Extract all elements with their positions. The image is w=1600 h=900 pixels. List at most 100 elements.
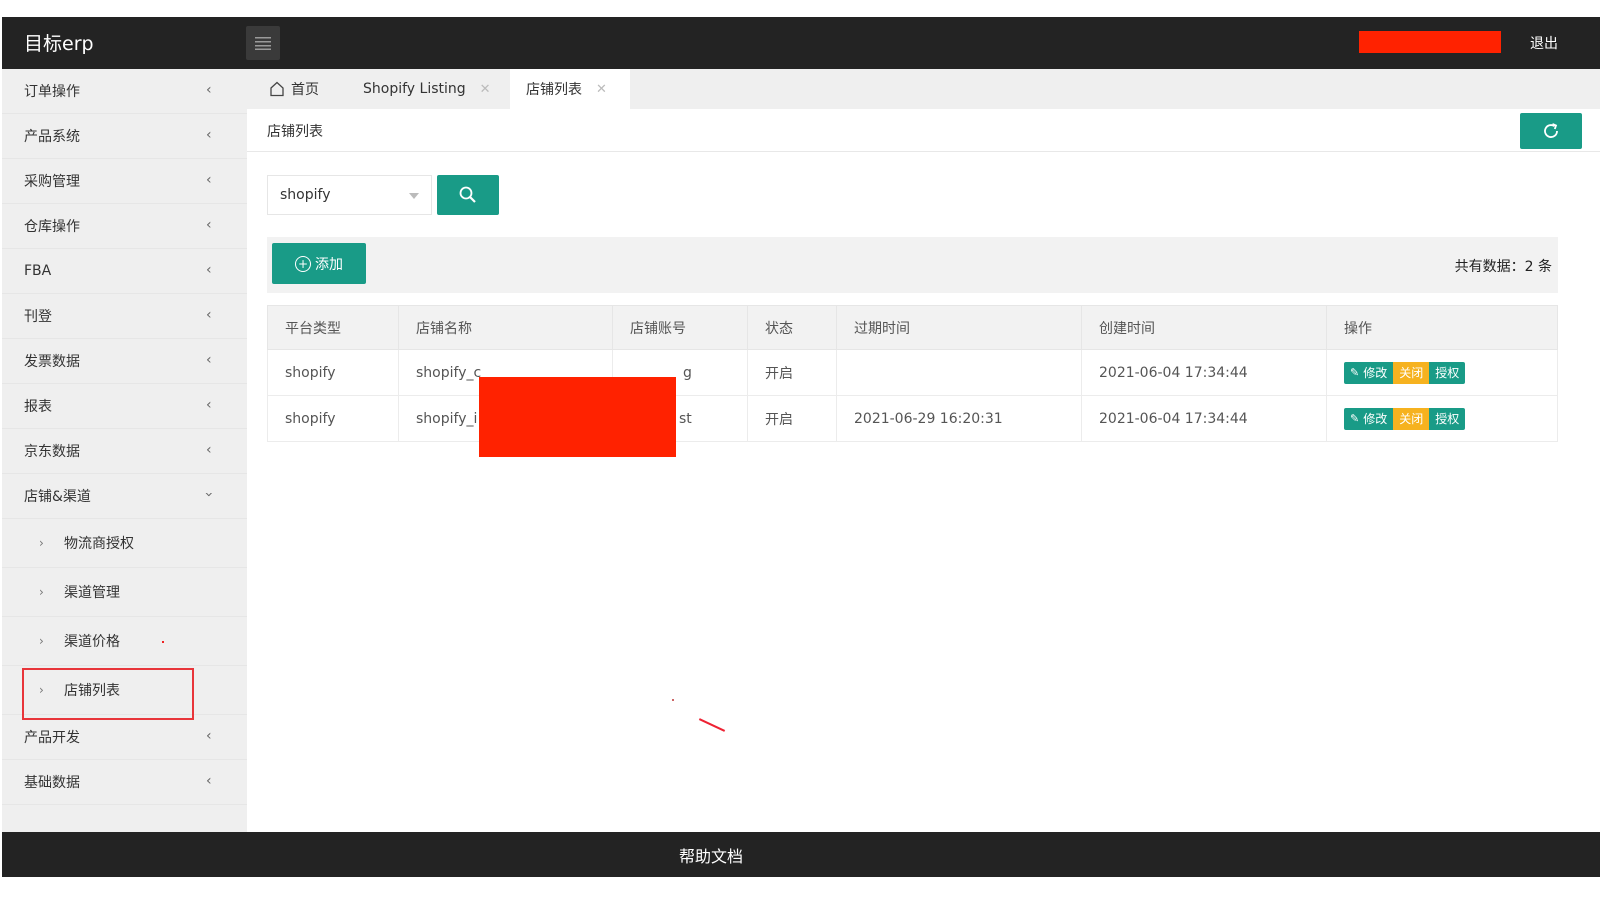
table-toolbar: + 添加 共有数据：2 条 bbox=[267, 237, 1558, 293]
col-platform: 平台类型 bbox=[267, 305, 399, 350]
total-count: 共有数据：2 条 bbox=[1454, 259, 1552, 275]
sidebar: 订单操作 ‹ 产品系统 ‹ 采购管理 ‹ 仓库操作 ‹ FBA ‹ 刊登 ‹ 发票数据 ‹ 报… bbox=[2, 69, 247, 865]
platform-select[interactable]: shopify bbox=[267, 175, 432, 215]
refresh-button[interactable] bbox=[1520, 113, 1582, 149]
chevron-right-icon: › bbox=[39, 683, 44, 697]
chevron-left-icon: ‹ bbox=[206, 262, 212, 279]
tab-home[interactable]: 首页 bbox=[269, 69, 319, 109]
add-button-label: 添加 bbox=[315, 256, 343, 273]
edit-label: 修改 bbox=[1363, 366, 1388, 380]
cell-expire: 2021-06-29 16:20:31 bbox=[836, 395, 1082, 442]
sidebar-item-listing[interactable]: 刊登 ‹ bbox=[2, 294, 247, 339]
tab-label: 店铺列表 bbox=[526, 82, 582, 98]
col-created: 创建时间 bbox=[1081, 305, 1327, 350]
close-icon[interactable]: ✕ bbox=[480, 82, 491, 97]
menu-toggle-button[interactable] bbox=[246, 26, 280, 60]
edit-label: 修改 bbox=[1363, 412, 1388, 426]
chevron-left-icon: ‹ bbox=[206, 127, 212, 144]
sidebar-item-purchasing[interactable]: 采购管理 ‹ bbox=[2, 159, 247, 204]
sidebar-subitem-label: 渠道管理 bbox=[64, 585, 120, 601]
chevron-left-icon: ‹ bbox=[206, 172, 212, 189]
table-row: shopify shopify_i st 开启 2021-06-29 16:20… bbox=[267, 395, 1558, 442]
sidebar-item-label: 发票数据 bbox=[24, 354, 80, 370]
cell-status: 开启 bbox=[747, 349, 837, 396]
top-header: 目标erp 退出 bbox=[2, 17, 1600, 69]
sidebar-item-fba[interactable]: FBA ‹ bbox=[2, 249, 247, 294]
add-button[interactable]: + 添加 bbox=[272, 243, 366, 284]
home-icon bbox=[270, 81, 284, 97]
breadcrumb: 店铺列表 bbox=[267, 124, 323, 140]
sidebar-item-stores-channels[interactable]: 店铺&渠道 ‹ bbox=[2, 474, 247, 519]
chevron-right-icon: › bbox=[39, 536, 44, 550]
sidebar-item-label: 基础数据 bbox=[24, 775, 80, 791]
tab-shopify-listing[interactable]: Shopify Listing ✕ bbox=[363, 69, 491, 109]
chevron-left-icon: ‹ bbox=[206, 307, 212, 324]
search-icon bbox=[459, 186, 476, 203]
app-logo: 目标erp bbox=[24, 33, 94, 55]
chevron-left-icon: ‹ bbox=[206, 773, 212, 790]
refresh-icon bbox=[1544, 123, 1558, 138]
tab-label: Shopify Listing bbox=[363, 81, 466, 97]
sidebar-item-label: FBA bbox=[24, 263, 52, 279]
table-row: shopify shopify_c g 开启 2021-06-04 17:34:… bbox=[267, 349, 1558, 396]
sidebar-item-label: 产品系统 bbox=[24, 129, 80, 145]
sidebar-item-reports[interactable]: 报表 ‹ bbox=[2, 384, 247, 429]
edit-button[interactable]: ✎ 修改 bbox=[1344, 361, 1394, 384]
tab-bar: 首页 Shopify Listing ✕ 店铺列表 ✕ bbox=[247, 69, 1600, 109]
sidebar-subitem-label: 店铺列表 bbox=[64, 683, 120, 699]
cell-expire bbox=[836, 349, 1082, 396]
list-icon bbox=[255, 37, 271, 50]
tab-label: 首页 bbox=[291, 82, 319, 98]
username-redacted bbox=[1359, 31, 1501, 53]
close-store-button[interactable]: 关闭 bbox=[1393, 407, 1430, 430]
annotation-dot bbox=[162, 641, 164, 643]
chevron-right-icon: › bbox=[39, 634, 44, 648]
sidebar-item-label: 产品开发 bbox=[24, 730, 80, 746]
col-account: 店铺账号 bbox=[612, 305, 748, 350]
close-store-button[interactable]: 关闭 bbox=[1393, 361, 1430, 384]
annotation-dot bbox=[672, 699, 674, 701]
cell-actions: ✎ 修改 关闭 授权 bbox=[1326, 349, 1558, 396]
annotation-stroke bbox=[698, 718, 726, 732]
col-expire: 过期时间 bbox=[836, 305, 1082, 350]
chevron-left-icon: ‹ bbox=[206, 217, 212, 234]
platform-select-value: shopify bbox=[280, 187, 331, 203]
plus-circle-icon: + bbox=[295, 255, 311, 272]
authorize-button[interactable]: 授权 bbox=[1429, 407, 1466, 430]
sidebar-item-invoices[interactable]: 发票数据 ‹ bbox=[2, 339, 247, 384]
breadcrumb-bar: 店铺列表 bbox=[247, 109, 1600, 152]
caret-down-icon bbox=[409, 193, 419, 199]
sidebar-item-jd-data[interactable]: 京东数据 ‹ bbox=[2, 429, 247, 474]
store-table: 平台类型 店铺名称 店铺账号 状态 过期时间 创建时间 操作 shopify s… bbox=[267, 305, 1558, 442]
redaction-block bbox=[479, 377, 676, 457]
pencil-icon: ✎ bbox=[1350, 366, 1360, 379]
sidebar-subitem-store-list[interactable]: › 店铺列表 bbox=[2, 666, 247, 720]
sidebar-item-products[interactable]: 产品系统 ‹ bbox=[2, 114, 247, 159]
col-store-name: 店铺名称 bbox=[398, 305, 613, 350]
sidebar-item-label: 采购管理 bbox=[24, 174, 80, 190]
sidebar-item-product-dev[interactable]: 产品开发 ‹ bbox=[2, 715, 247, 760]
chevron-left-icon: ‹ bbox=[206, 397, 212, 414]
sidebar-item-label: 店铺&渠道 bbox=[24, 489, 91, 505]
footer-help[interactable]: 帮助文档 bbox=[2, 832, 1600, 877]
sidebar-item-base-data[interactable]: 基础数据 ‹ bbox=[2, 760, 247, 805]
pencil-icon: ✎ bbox=[1350, 412, 1360, 425]
search-button[interactable] bbox=[437, 175, 499, 215]
authorize-button[interactable]: 授权 bbox=[1429, 361, 1466, 384]
cell-created: 2021-06-04 17:34:44 bbox=[1081, 395, 1327, 442]
sidebar-subitem-channel-management[interactable]: › 渠道管理 bbox=[2, 568, 247, 617]
cell-actions: ✎ 修改 关闭 授权 bbox=[1326, 395, 1558, 442]
cell-platform: shopify bbox=[267, 349, 399, 396]
cell-status: 开启 bbox=[747, 395, 837, 442]
tab-store-list[interactable]: 店铺列表 ✕ bbox=[510, 69, 630, 109]
sidebar-subitem-logistics-auth[interactable]: › 物流商授权 bbox=[2, 519, 247, 568]
close-icon[interactable]: ✕ bbox=[596, 82, 607, 97]
sidebar-item-warehouse[interactable]: 仓库操作 ‹ bbox=[2, 204, 247, 249]
col-actions: 操作 bbox=[1326, 305, 1558, 350]
help-docs-link[interactable]: 帮助文档 bbox=[679, 843, 743, 867]
col-status: 状态 bbox=[747, 305, 837, 350]
sidebar-subitem-channel-price[interactable]: › 渠道价格 bbox=[2, 617, 247, 666]
edit-button[interactable]: ✎ 修改 bbox=[1344, 407, 1394, 430]
logout-link[interactable]: 退出 bbox=[1530, 33, 1558, 53]
sidebar-item-orders[interactable]: 订单操作 ‹ bbox=[2, 69, 247, 114]
